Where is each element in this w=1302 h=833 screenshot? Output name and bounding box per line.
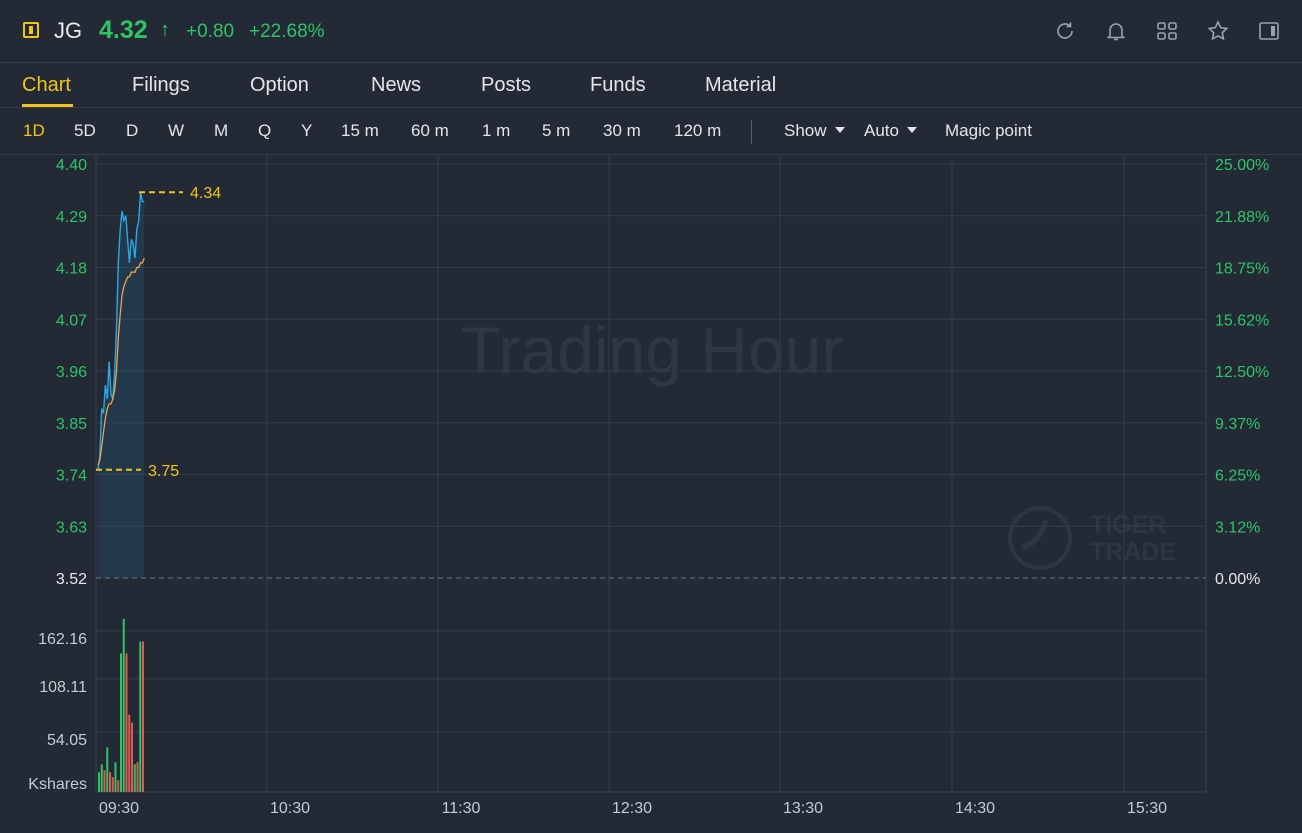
volume-bar: [128, 714, 131, 792]
volume-bar: [117, 780, 120, 792]
tiger-logo-stripe: [1020, 519, 1049, 551]
percent-axis-label: 15.62%: [1215, 312, 1269, 329]
price-axis-label: 4.18: [56, 261, 87, 278]
volume-bar: [139, 641, 142, 792]
time-axis-label: 14:30: [955, 800, 995, 817]
volume-bar: [133, 764, 136, 792]
volume-bars: [98, 618, 144, 792]
volume-bar: [98, 772, 100, 792]
volume-bar: [122, 618, 125, 792]
percent-axis-label: 18.75%: [1215, 261, 1269, 278]
time-axis-label: 15:30: [1127, 800, 1167, 817]
logo-text-trade: TRADE: [1090, 538, 1176, 566]
time-axis-label: 11:30: [442, 800, 481, 817]
percent-axis-label: 3.12%: [1215, 519, 1260, 536]
percent-axis-label: 12.50%: [1215, 364, 1269, 381]
time-axis-label: 10:30: [270, 800, 310, 817]
volume-bar: [109, 772, 111, 792]
tiger-trade-logo: TIGER TRADE: [1008, 506, 1176, 570]
price-lines: [97, 192, 145, 578]
price-axis-label: 3.85: [56, 416, 87, 433]
volume-bar: [114, 762, 117, 792]
price-axis-label: 4.07: [56, 312, 87, 329]
percent-axis-label: 6.25%: [1215, 468, 1260, 485]
volume-bar: [131, 722, 133, 792]
volume-bar: [125, 653, 128, 792]
chart-grid: [95, 156, 1207, 793]
chart-axes: 4.40 25.00% 4.29 21.88% 4.18 18.75% 4.07 15.62%…: [28, 157, 1269, 817]
percent-axis-label: 25.00%: [1215, 157, 1269, 174]
price-axis-label: 3.63: [56, 519, 87, 536]
price-axis-label: 3.74: [56, 468, 87, 485]
volume-bar: [100, 764, 103, 792]
price-axis-label: 4.40: [56, 157, 87, 174]
volume-axis-label: 108.11: [39, 679, 87, 696]
volume-bar: [111, 777, 114, 792]
volume-bar: [103, 770, 106, 792]
logo-text-tiger: TIGER: [1090, 511, 1166, 539]
price-axis-label: 3.52: [56, 571, 87, 588]
percent-axis-label: 0.00%: [1215, 571, 1260, 588]
volume-bar: [142, 641, 144, 792]
time-axis-label: 13:30: [783, 800, 823, 817]
time-axis-label: 09:30: [99, 800, 139, 817]
percent-axis-label: 21.88%: [1215, 209, 1269, 226]
volume-bar: [136, 762, 139, 792]
volume-bar: [106, 747, 109, 792]
price-axis-label: 4.29: [56, 209, 87, 226]
volume-bar: [120, 653, 122, 792]
price-axis-label: 3.96: [56, 364, 87, 381]
volume-axis-label: 54.05: [47, 732, 87, 749]
time-axis-label: 12:30: [612, 800, 652, 817]
high-marker-label: 4.34: [190, 185, 221, 202]
low-marker-label: 3.75: [148, 463, 179, 480]
trading-hour-watermark: Trading Hour: [461, 313, 844, 387]
volume-unit-label: Kshares: [28, 776, 87, 793]
intraday-chart[interactable]: Trading Hour TIGER TRADE 4.40 25.00% 4.29 2…: [0, 0, 1302, 833]
percent-axis-label: 9.37%: [1215, 416, 1260, 433]
volume-axis-label: 162.16: [38, 631, 87, 648]
